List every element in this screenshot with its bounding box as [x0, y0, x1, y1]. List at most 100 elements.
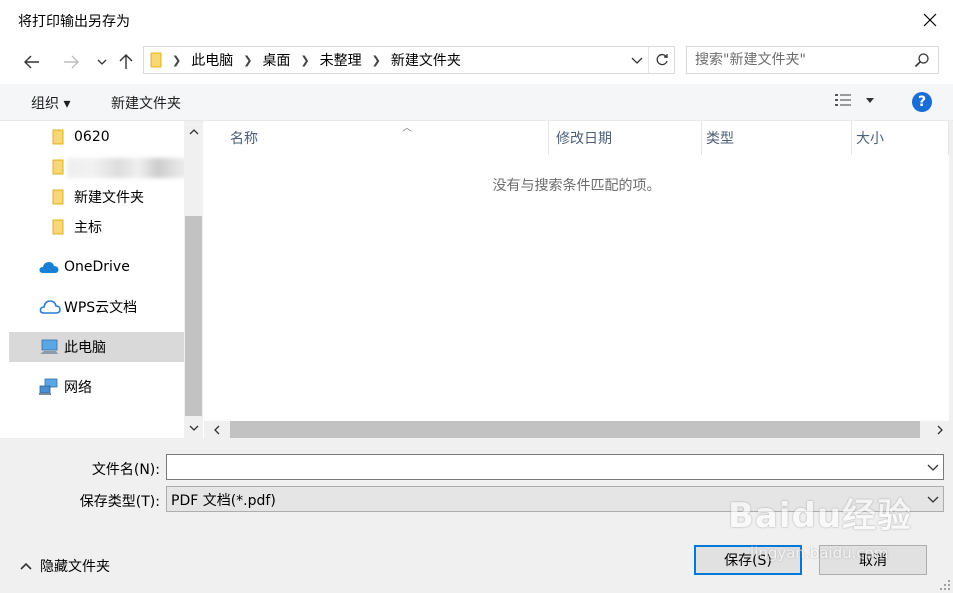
nav-item-network[interactable]: 网络 — [9, 372, 184, 402]
nav-item-folder-zhubiao[interactable]: 主标 — [9, 212, 184, 242]
chevron-right-icon: ❯ — [371, 53, 381, 67]
breadcrumb: ❯ 此电脑 ❯ 桌面 ❯ 未整理 ❯ 新建文件夹 — [144, 47, 465, 73]
scroll-right-button[interactable] — [930, 421, 950, 438]
refresh-icon — [656, 53, 668, 66]
network-icon — [39, 378, 59, 396]
hide-folders-label: 隐藏文件夹 — [40, 559, 110, 575]
details-view-icon — [835, 94, 851, 106]
new-folder-button[interactable]: 新建文件夹 — [111, 93, 181, 113]
arrow-left-icon — [24, 55, 39, 69]
watermark-logo: Baidu经验 — [728, 496, 913, 536]
save-as-dialog: 将打印输出另存为 ❯ 此电脑 ❯ 桌面 ❯ 未整理 ❯ 新建文件夹 搜索"新建文… — [0, 0, 953, 593]
search-box[interactable] — [686, 46, 939, 74]
folder-icon — [144, 52, 166, 68]
column-header-label: 名称 — [230, 131, 258, 147]
chevron-up-icon — [20, 562, 32, 570]
change-view-button[interactable] — [834, 93, 874, 107]
column-header-size[interactable]: 大小 — [852, 121, 949, 155]
caret-down-icon — [866, 97, 874, 103]
file-list-horizontal-scrollbar[interactable] — [204, 421, 953, 438]
nav-item-this-pc[interactable]: 此电脑 — [9, 332, 184, 362]
breadcrumb-item[interactable]: 此电脑 — [187, 50, 237, 70]
nav-item-onedrive[interactable]: OneDrive — [9, 252, 184, 282]
nav-item-label: 此电脑 — [64, 340, 106, 356]
filename-input[interactable] — [167, 455, 915, 479]
navigation-bar: ❯ 此电脑 ❯ 桌面 ❯ 未整理 ❯ 新建文件夹 — [0, 40, 953, 84]
arrow-up-icon — [119, 54, 133, 69]
nav-item-folder-0620[interactable]: 0620 — [9, 122, 184, 152]
back-button[interactable] — [20, 50, 44, 74]
filename-label: 文件名(N): — [91, 462, 160, 478]
breadcrumb-item[interactable]: 新建文件夹 — [387, 50, 465, 70]
breadcrumb-item[interactable]: 未整理 — [316, 50, 366, 70]
nav-item-label: 新建文件夹 — [74, 190, 144, 206]
chevron-left-icon — [214, 425, 220, 434]
navigation-pane: 0620 新建文件夹 主标 OneDrive WPS云文档 此电脑 网络 — [9, 121, 184, 438]
baidu-jingyan-watermark: Baidu经验 jingyan.baidu.com — [728, 488, 918, 578]
watermark-url: jingyan.baidu.com — [750, 544, 889, 562]
onedrive-cloud-icon — [39, 260, 59, 274]
folder-icon — [52, 189, 64, 205]
file-list-edge — [949, 121, 953, 421]
address-history-dropdown[interactable] — [626, 47, 648, 73]
scrollbar-thumb[interactable] — [185, 216, 202, 416]
chevron-right-icon — [937, 425, 943, 434]
chevron-down-icon[interactable] — [927, 460, 939, 474]
chevron-down-icon — [631, 57, 643, 64]
chevron-right-icon: ❯ — [172, 53, 182, 67]
column-header-date-modified[interactable]: 修改日期 — [552, 121, 702, 155]
scroll-down-button[interactable] — [184, 419, 203, 436]
help-button[interactable]: ? — [912, 92, 932, 112]
redacted-label — [67, 158, 184, 178]
wps-cloud-icon — [39, 299, 61, 315]
search-icon[interactable] — [914, 52, 930, 68]
breadcrumb-item[interactable]: 桌面 — [258, 50, 294, 70]
nav-item-wps-cloud[interactable]: WPS云文档 — [9, 292, 184, 322]
help-icon: ? — [917, 94, 927, 110]
computer-icon — [39, 339, 59, 355]
address-bar[interactable]: ❯ 此电脑 ❯ 桌面 ❯ 未整理 ❯ 新建文件夹 — [143, 46, 675, 74]
folder-icon — [52, 219, 64, 235]
chevron-down-icon — [97, 59, 107, 65]
refresh-button[interactable] — [648, 47, 674, 73]
sort-ascending-icon: ︿ — [402, 123, 412, 134]
hide-folders-toggle[interactable]: 隐藏文件夹 — [20, 556, 110, 576]
nav-item-label: 网络 — [64, 380, 92, 396]
nav-item-folder-new[interactable]: 新建文件夹 — [9, 182, 184, 212]
filetype-value: PDF 文档(*.pdf) — [171, 493, 276, 509]
up-button[interactable] — [114, 50, 138, 74]
file-list: 名称 ︿ 修改日期 类型 大小 没有与搜索条件匹配的项。 — [204, 121, 949, 421]
close-button[interactable] — [907, 0, 953, 40]
resize-grip-icon[interactable] — [939, 579, 951, 591]
recent-locations-button[interactable] — [90, 50, 114, 74]
nav-item-label: 主标 — [74, 220, 102, 236]
empty-list-message: 没有与搜索条件匹配的项。 — [492, 178, 661, 194]
forward-button[interactable] — [59, 50, 83, 74]
chevron-right-icon: ❯ — [300, 53, 310, 67]
nav-item-label: WPS云文档 — [64, 300, 138, 316]
chevron-right-icon: ❯ — [243, 53, 253, 67]
arrow-right-icon — [64, 55, 79, 69]
nav-item-label: OneDrive — [64, 259, 130, 275]
chevron-up-icon — [189, 128, 198, 134]
scroll-left-button[interactable] — [207, 421, 227, 438]
title-bar: 将打印输出另存为 — [0, 0, 953, 40]
scrollbar-thumb[interactable] — [230, 421, 920, 438]
close-icon — [923, 13, 937, 27]
filetype-label: 保存类型(T): — [79, 494, 160, 510]
organize-menu[interactable]: 组织 ▾ — [31, 93, 70, 113]
column-header-label: 大小 — [856, 131, 884, 147]
search-input[interactable] — [687, 47, 923, 73]
command-toolbar: 组织 ▾ 新建文件夹 ? — [0, 84, 953, 121]
scroll-up-button[interactable] — [184, 123, 203, 140]
nav-pane-scrollbar[interactable] — [184, 121, 203, 438]
column-header-label: 类型 — [706, 131, 734, 147]
column-header-type[interactable]: 类型 — [702, 121, 852, 155]
folder-icon — [52, 129, 64, 145]
folder-icon — [52, 159, 64, 175]
column-header-label: 修改日期 — [556, 131, 612, 147]
chevron-down-icon — [189, 425, 198, 431]
chevron-down-icon — [927, 496, 939, 503]
column-header-name[interactable]: 名称 ︿ — [226, 121, 549, 155]
filename-combobox[interactable] — [166, 454, 944, 480]
